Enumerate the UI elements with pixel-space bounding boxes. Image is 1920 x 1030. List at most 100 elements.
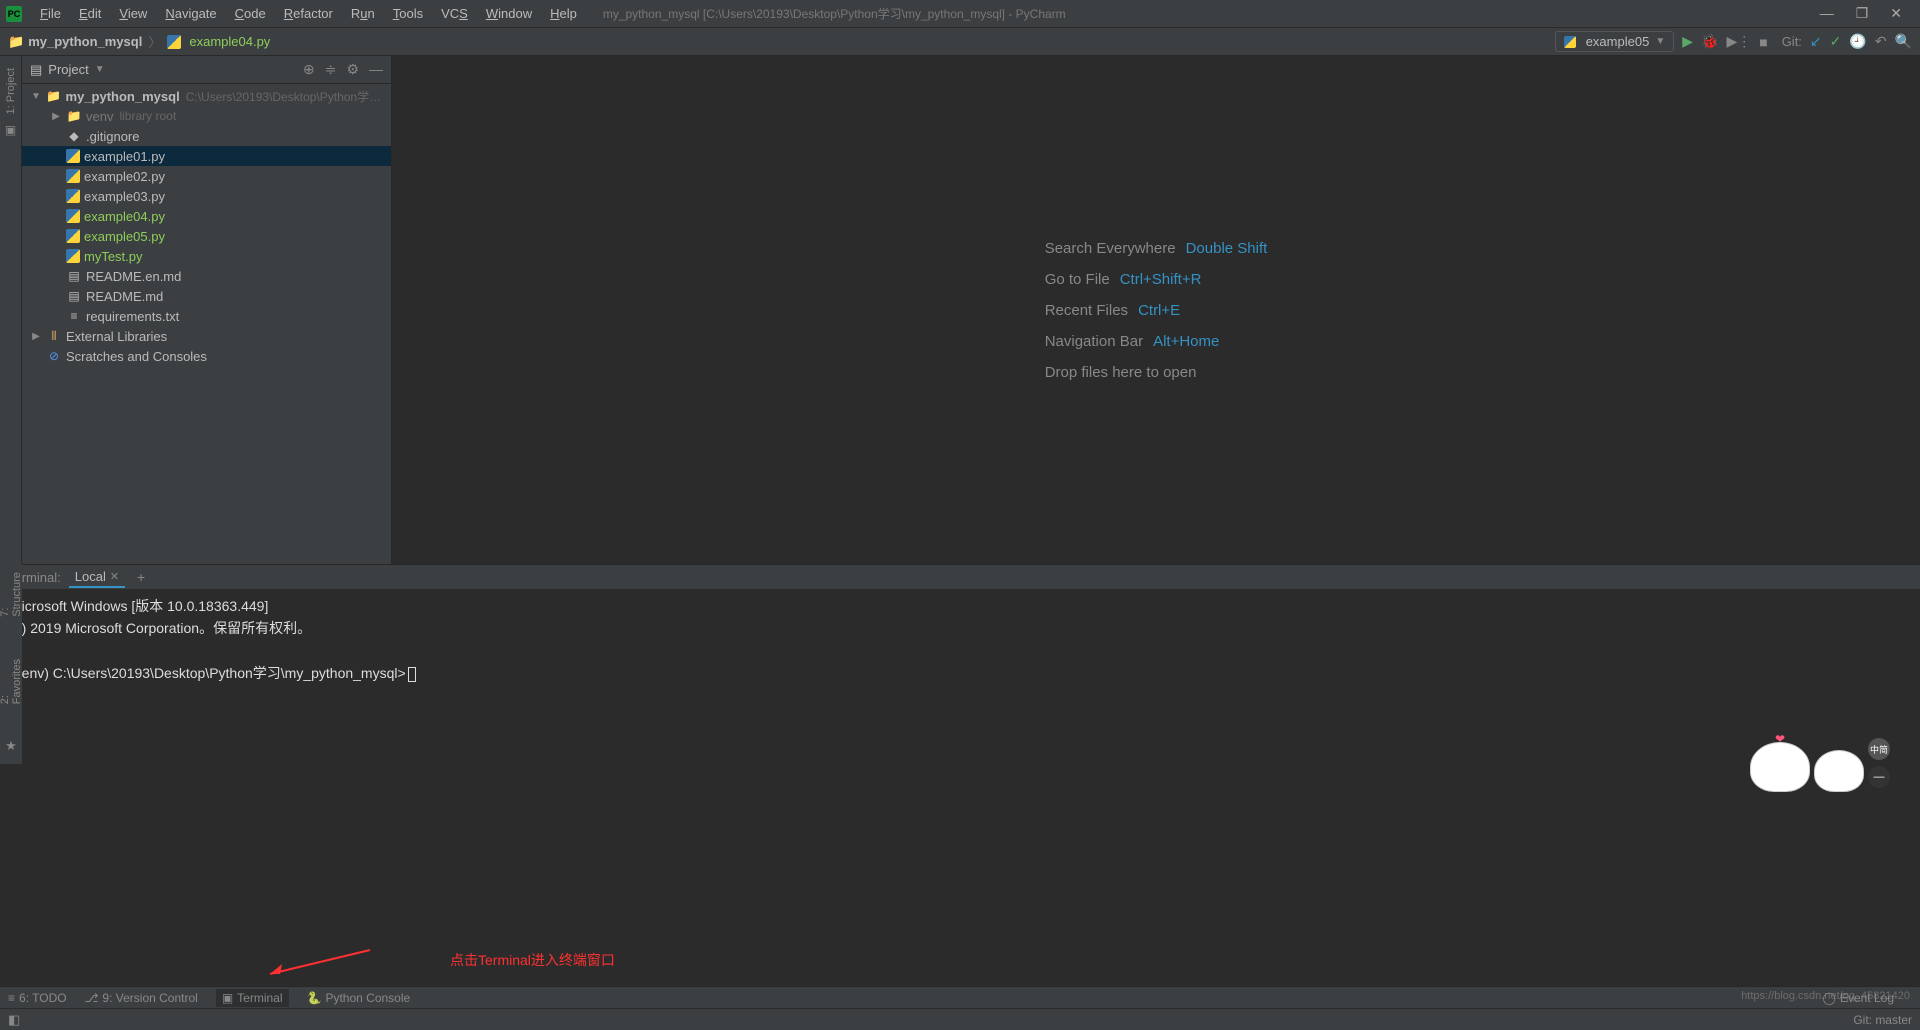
menu-edit[interactable]: Edit [71, 3, 109, 24]
shortcuts-hint: Search EverywhereDouble ShiftGo to FileC… [1045, 226, 1268, 395]
dir-icon: 📁 [66, 109, 82, 123]
terminal-line: (venv) C:\Users\20193\Desktop\Python学习\m… [10, 662, 1910, 684]
main-area: 1: Project ▣ ▤ Project ▼ ⊕ ≑ ⚙ — ▼ 📁 my_… [0, 56, 1920, 564]
tool-todo[interactable]: ≡ 6: TODO [8, 991, 67, 1005]
tree-item[interactable]: example03.py [22, 186, 391, 206]
git-history-button[interactable]: 🕘 [1849, 33, 1866, 50]
project-tree[interactable]: ▼ 📁 my_python_mysql C:\Users\20193\Deskt… [22, 84, 391, 368]
library-icon: ⫴ [46, 329, 62, 344]
terminal-panel: Terminal: Local ✕ + Microsoft Windows [版… [0, 564, 1920, 794]
tool-version-control[interactable]: ⎇ 9: Version Control [85, 991, 198, 1005]
settings-button[interactable]: ⚙ [346, 61, 359, 78]
mascot-cat-2 [1814, 750, 1864, 792]
tree-item-label: example03.py [84, 189, 165, 204]
tool-python-console[interactable]: 🐍 Python Console [307, 991, 411, 1005]
md-icon: ▤ [66, 289, 82, 303]
menu-window[interactable]: Window [478, 3, 540, 24]
run-button[interactable]: ▶ [1682, 33, 1693, 50]
tree-item-label: example04.py [84, 209, 165, 224]
breadcrumb-separator: 〉 [148, 32, 161, 51]
minimize-button[interactable]: — [1820, 5, 1834, 22]
chevron-down-icon: ▼ [1655, 36, 1665, 47]
breadcrumb-project[interactable]: my_python_mysql [28, 34, 142, 49]
tree-item-label: example05.py [84, 229, 165, 244]
tree-item-label: README.md [86, 289, 163, 304]
shortcut-hint: Search EverywhereDouble Shift [1045, 240, 1268, 257]
terminal-line: (c) 2019 Microsoft Corporation。保留所有权利。 [10, 617, 1910, 639]
project-view-icon: ▤ [30, 62, 42, 78]
status-icon[interactable]: ◧ [8, 1012, 20, 1028]
menu-help[interactable]: Help [542, 3, 585, 24]
git-branch[interactable]: Git: master [1853, 1013, 1912, 1027]
tree-item[interactable]: example01.py [22, 146, 391, 166]
tree-item[interactable]: example05.py [22, 226, 391, 246]
search-button[interactable]: 🔍 [1895, 33, 1912, 50]
toolbar-right: example05 ▼ ▶ 🐞 ▶⋮ ■ Git: ↙ ✓ 🕘 ↶ 🔍 [1555, 31, 1912, 52]
python-file-icon [66, 229, 80, 243]
stop-button[interactable]: ■ [1759, 34, 1767, 50]
maximize-button[interactable]: ❐ [1856, 5, 1869, 22]
tool-window-bar: ≡ 6: TODO ⎇ 9: Version Control ▣ Termina… [0, 986, 1920, 1008]
terminal-tab-local[interactable]: Local ✕ [69, 567, 125, 588]
project-panel-tools: ⊕ ≑ ⚙ — [303, 61, 383, 78]
tree-root-path: C:\Users\20193\Desktop\Python学习\m [186, 88, 391, 105]
expand-arrow-icon[interactable]: ▶ [50, 111, 62, 122]
add-terminal-button[interactable]: + [137, 569, 145, 585]
tree-item[interactable]: ▶📁venvlibrary root [22, 106, 391, 126]
menu-code[interactable]: Code [227, 3, 274, 24]
tree-item[interactable]: ◆.gitignore [22, 126, 391, 146]
menu-tools[interactable]: Tools [385, 3, 431, 24]
terminal-output[interactable]: Microsoft Windows [版本 10.0.18363.449](c)… [0, 589, 1920, 794]
close-tab-icon[interactable]: ✕ [110, 570, 119, 583]
git-commit-button[interactable]: ✓ [1830, 33, 1842, 50]
git-icon: ◆ [66, 129, 82, 143]
run-coverage-button[interactable]: ▶⋮ [1726, 33, 1751, 50]
tool-terminal[interactable]: ▣ Terminal [216, 989, 289, 1007]
expand-arrow-icon[interactable]: ▶ [30, 331, 42, 342]
window-controls: — ❐ ✕ [1820, 5, 1914, 22]
git-update-button[interactable]: ↙ [1810, 33, 1822, 50]
collapse-button[interactable]: ≑ [325, 61, 337, 78]
tree-item[interactable]: example04.py [22, 206, 391, 226]
menu-run[interactable]: Run [343, 3, 383, 24]
close-button[interactable]: ✕ [1890, 5, 1902, 22]
chevron-down-icon: ▼ [95, 64, 105, 75]
python-file-icon [66, 209, 80, 223]
tree-item[interactable]: example02.py [22, 166, 391, 186]
menu-refactor[interactable]: Refactor [276, 3, 341, 24]
tree-external-libs[interactable]: ▶ ⫴ External Libraries [22, 326, 391, 346]
tree-root-label: my_python_mysql [66, 89, 180, 104]
tree-item[interactable]: myTest.py [22, 246, 391, 266]
tree-item[interactable]: ≡requirements.txt [22, 306, 391, 326]
tree-item-label: requirements.txt [86, 309, 179, 324]
menu-file[interactable]: File [32, 3, 69, 24]
menu-vcs[interactable]: VCS [433, 3, 476, 24]
star-icon: ★ [5, 738, 17, 754]
gutter-favorites[interactable]: 2: Favorites [0, 651, 23, 708]
status-bar: ◧ Git: master [0, 1008, 1920, 1030]
tree-item[interactable]: ▤README.en.md [22, 266, 391, 286]
git-revert-button[interactable]: ↶ [1875, 33, 1887, 50]
run-config-selector[interactable]: example05 ▼ [1555, 31, 1675, 52]
tree-item-label: README.en.md [86, 269, 181, 284]
debug-button[interactable]: 🐞 [1701, 33, 1718, 50]
tree-item[interactable]: ▤ README.md [22, 286, 391, 306]
gutter-project[interactable]: 1: Project [5, 64, 17, 118]
tree-root[interactable]: ▼ 📁 my_python_mysql C:\Users\20193\Deskt… [22, 86, 391, 106]
tree-scratches[interactable]: ⊘ Scratches and Consoles [22, 346, 391, 366]
left-bottom-gutter: 7: Structure 2: Favorites ★ [0, 564, 22, 764]
menu-navigate[interactable]: Navigate [157, 3, 224, 24]
menu-view[interactable]: View [111, 3, 155, 24]
left-tool-gutter: 1: Project ▣ [0, 56, 22, 564]
expand-arrow-icon[interactable]: ▼ [30, 91, 42, 102]
terminal-line [10, 640, 1910, 662]
breadcrumb-file[interactable]: example04.py [189, 34, 270, 49]
gutter-structure[interactable]: 7: Structure [0, 564, 23, 621]
project-panel-title[interactable]: ▤ Project ▼ [30, 62, 105, 78]
gutter-icon: ▣ [5, 123, 16, 137]
hide-button[interactable]: — [369, 61, 383, 78]
terminal-line: Microsoft Windows [版本 10.0.18363.449] [10, 595, 1910, 617]
tree-item-label: example02.py [84, 169, 165, 184]
locate-button[interactable]: ⊕ [303, 61, 315, 78]
run-config-label: example05 [1586, 34, 1650, 49]
